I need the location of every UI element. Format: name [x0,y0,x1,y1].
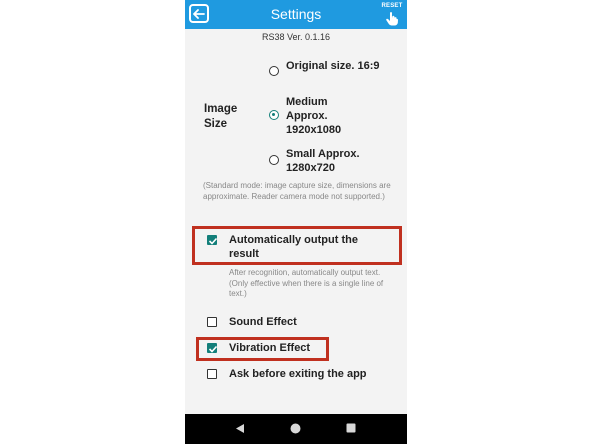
image-size-label: Image Size [204,103,238,130]
phone-screen: Settings RESET RS38 Ver. 0.1.16 Image Si… [185,0,407,444]
radio-label: Medium Approx. 1920x1080 [286,96,342,136]
highlight-box-vibration [196,337,329,361]
ask-before-exit-checkbox[interactable] [207,369,217,379]
radio-button[interactable] [269,110,279,120]
sound-effect-label: Sound Effect [229,316,297,328]
recents-square-icon[interactable] [346,423,356,433]
back-triangle-icon[interactable] [235,423,245,434]
sound-effect-checkbox[interactable] [207,317,217,327]
radio-button[interactable] [269,155,279,165]
system-nav-bar [185,414,407,444]
highlight-box-auto-output [192,226,402,265]
radio-button[interactable] [269,66,279,76]
auto-output-note: After recognition, automatically output … [229,268,384,298]
page-title: Settings [270,6,322,22]
back-button[interactable] [189,4,209,23]
radio-label: Small Approx. 1280x720 [286,148,360,174]
version-text: RS38 Ver. 0.1.16 [261,32,331,42]
reset-label: RESET [381,3,403,9]
image-size-note: (Standard mode: image capture size, dime… [203,181,391,201]
home-circle-icon[interactable] [290,423,301,434]
back-arrow-icon [193,8,205,19]
tap-hand-icon [386,12,398,26]
ask-before-exit-label: Ask before exiting the app [229,368,367,380]
reset-button[interactable]: RESET [381,3,403,27]
app-bar: Settings RESET [185,0,407,29]
radio-label: Original size. 16:9 [286,60,380,72]
